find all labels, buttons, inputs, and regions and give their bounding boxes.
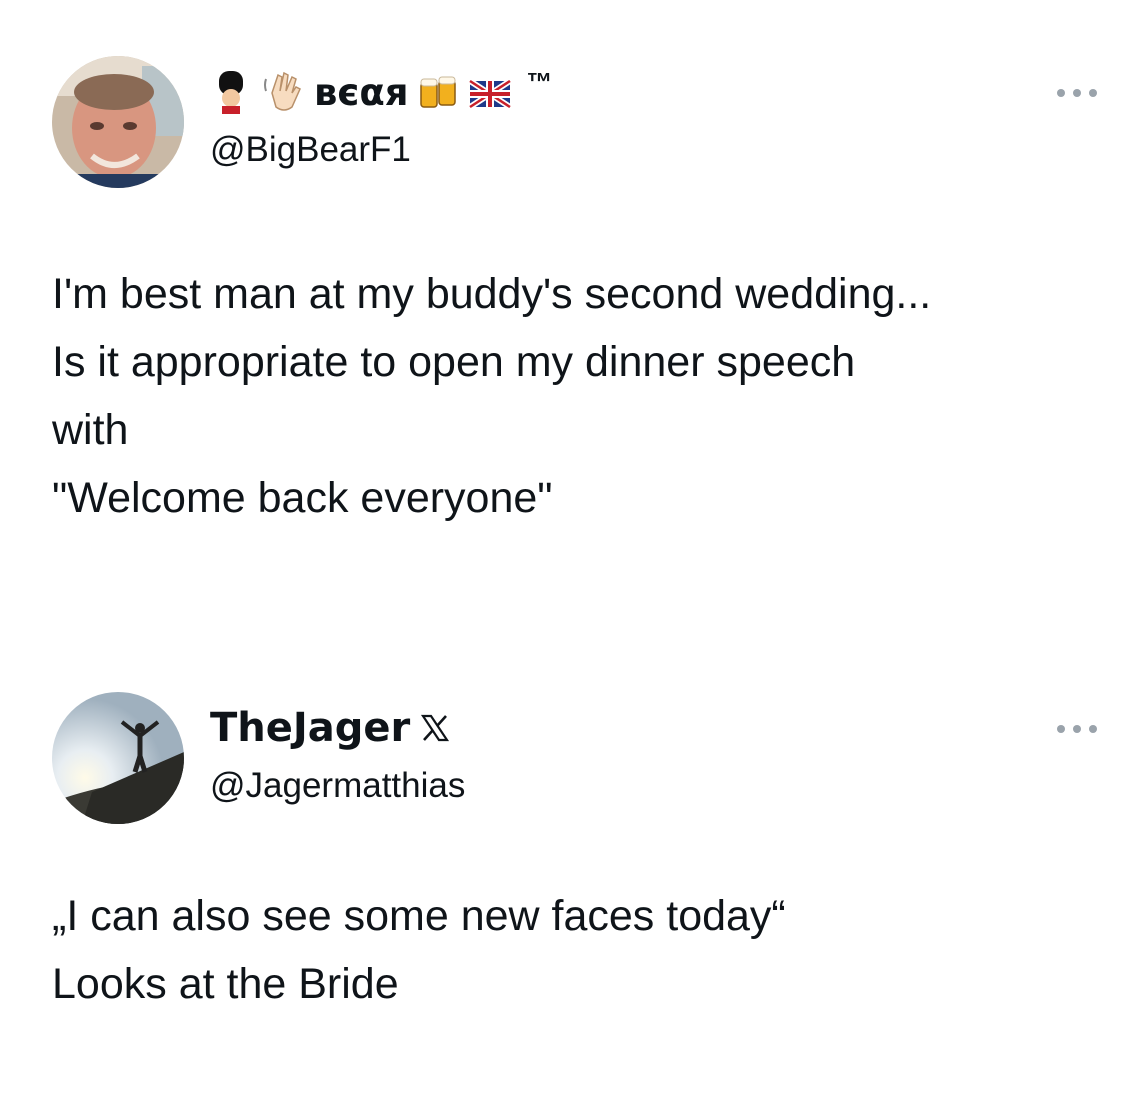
- more-options-icon[interactable]: [1057, 724, 1097, 734]
- name-row[interactable]: вєαя ™: [210, 64, 553, 120]
- tweet-text: I'm best man at my buddy's second weddin…: [52, 260, 931, 532]
- uk-flag-emoji-icon: [468, 69, 511, 115]
- tweet-text-line: I'm best man at my buddy's second weddin…: [52, 270, 932, 318]
- tweet-text-line: Looks at the Bride: [52, 960, 399, 1008]
- beer-mugs-emoji-icon: [417, 69, 459, 115]
- avatar[interactable]: [52, 692, 184, 824]
- display-name[interactable]: вєαя: [314, 71, 409, 114]
- x-logo-icon: [420, 713, 450, 743]
- tweet-text: „I can also see some new faces today“ Lo…: [52, 882, 786, 1018]
- trademark-suffix: ™: [526, 66, 553, 97]
- handle[interactable]: @Jagermatthias: [210, 766, 465, 806]
- tweet-text-line: „I can also see some new faces today“: [52, 892, 786, 940]
- waving-hand-emoji-icon: [262, 69, 304, 115]
- name-row[interactable]: TheJager: [210, 700, 450, 756]
- tweet-text-line: Is it appropriate to open my dinner spee…: [52, 338, 856, 386]
- tweet-text-line: with: [52, 406, 129, 454]
- display-name[interactable]: TheJager: [210, 705, 410, 751]
- handle[interactable]: @BigBearF1: [210, 130, 411, 170]
- tweet-text-line: "Welcome back everyone": [52, 474, 553, 522]
- guard-emoji-icon: [210, 69, 252, 115]
- avatar[interactable]: [52, 56, 184, 188]
- more-options-icon[interactable]: [1057, 88, 1097, 98]
